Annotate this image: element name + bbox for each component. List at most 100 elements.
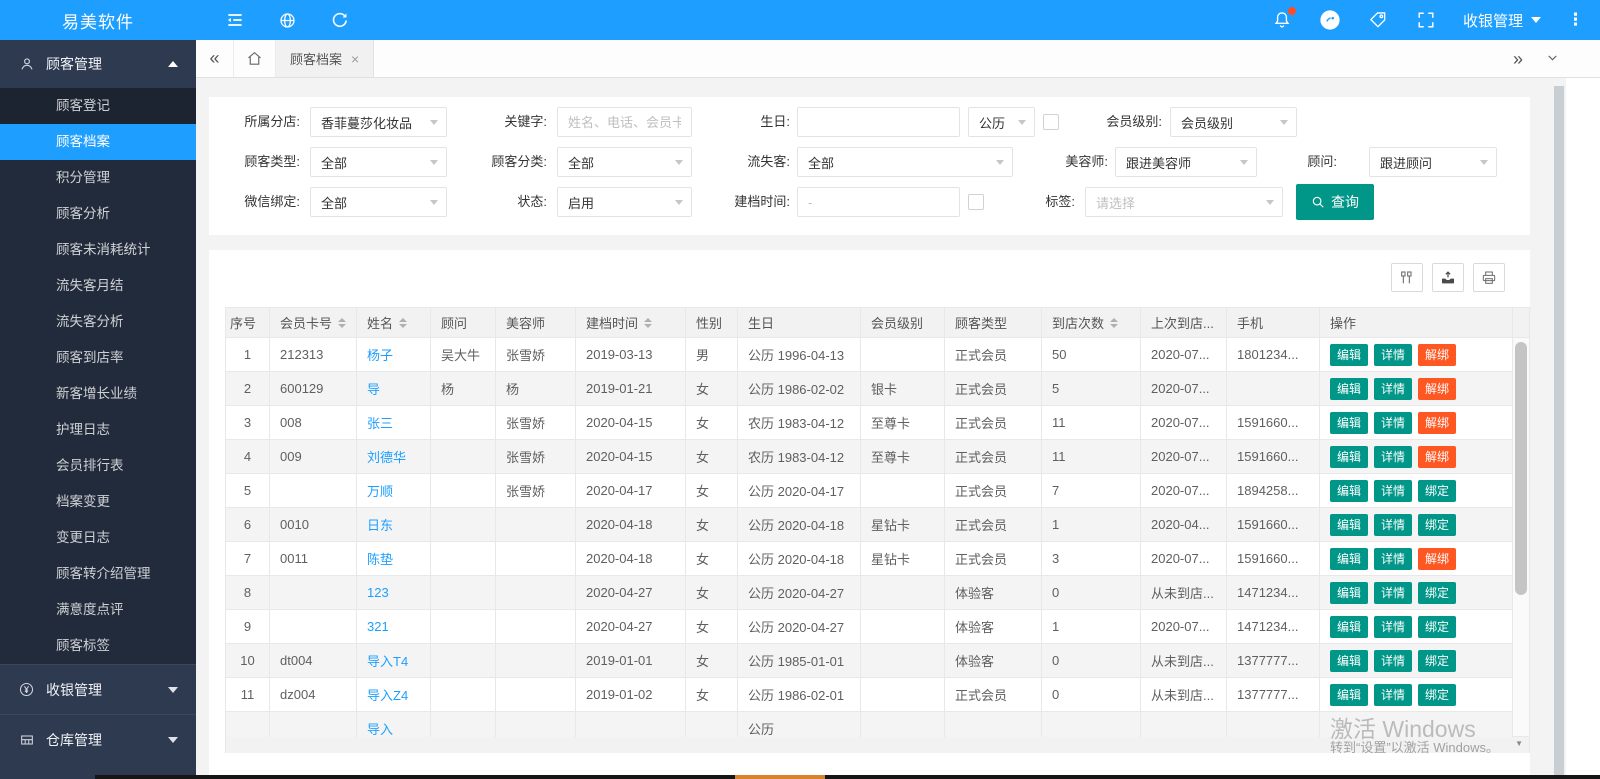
action-button[interactable]: 详情: [1374, 513, 1413, 536]
sidebar-item[interactable]: 档案变更: [0, 484, 196, 520]
sidebar-item[interactable]: 流失客月结: [0, 268, 196, 304]
wechat-select[interactable]: 全部: [310, 187, 447, 217]
action-button[interactable]: 详情: [1374, 377, 1413, 400]
sidebar-item[interactable]: 护理日志: [0, 412, 196, 448]
customer-name-link[interactable]: 万顺: [367, 484, 393, 499]
col-header-card[interactable]: 会员卡号: [269, 307, 357, 338]
action-button[interactable]: 绑定: [1418, 581, 1457, 604]
action-button[interactable]: 编辑: [1330, 445, 1369, 468]
search-button[interactable]: 查询: [1296, 184, 1374, 220]
action-button[interactable]: 编辑: [1330, 581, 1369, 604]
customer-name-link[interactable]: 导入: [367, 722, 393, 737]
action-button[interactable]: 绑定: [1418, 479, 1457, 502]
action-button[interactable]: 解绑: [1418, 343, 1457, 366]
created-checkbox[interactable]: [968, 194, 984, 210]
fullscreen-icon[interactable]: [1415, 9, 1437, 31]
col-header-name[interactable]: 姓名: [356, 307, 431, 338]
sidebar-item[interactable]: 顾客登记: [0, 88, 196, 124]
sidebar-group-cashier[interactable]: 收银管理: [0, 664, 196, 714]
sidebar-item[interactable]: 顾客到店率: [0, 340, 196, 376]
sort-icon[interactable]: [338, 317, 347, 328]
action-button[interactable]: 绑定: [1418, 615, 1457, 638]
customer-type-select[interactable]: 全部: [310, 147, 447, 177]
tag-icon[interactable]: [1367, 9, 1389, 31]
action-button[interactable]: 解绑: [1418, 445, 1457, 468]
action-button[interactable]: 详情: [1374, 343, 1413, 366]
action-button[interactable]: 编辑: [1330, 615, 1369, 638]
sidebar-item[interactable]: 积分管理: [0, 160, 196, 196]
sidebar-item[interactable]: 顾客标签: [0, 628, 196, 664]
action-button[interactable]: 详情: [1374, 547, 1413, 570]
action-button[interactable]: 编辑: [1330, 411, 1369, 434]
status-select[interactable]: 启用: [557, 187, 692, 217]
action-button[interactable]: 绑定: [1418, 683, 1457, 706]
action-button[interactable]: 编辑: [1330, 547, 1369, 570]
advisor-select[interactable]: 跟进顾问: [1369, 147, 1497, 177]
level-select[interactable]: 会员级别: [1170, 107, 1297, 137]
sidebar-item[interactable]: 满意度点评: [0, 592, 196, 628]
customer-name-link[interactable]: 导: [367, 382, 380, 397]
sidebar-item[interactable]: 流失客分析: [0, 304, 196, 340]
action-button[interactable]: 解绑: [1418, 377, 1457, 400]
page-scrollbar-thumb[interactable]: [1554, 86, 1564, 775]
sidebar-item[interactable]: 会员排行表: [0, 448, 196, 484]
customer-name-link[interactable]: 导入Z4: [367, 688, 408, 703]
bell-icon[interactable]: [1271, 7, 1296, 31]
action-button[interactable]: 编辑: [1330, 377, 1369, 400]
col-header-created[interactable]: 建档时间: [575, 307, 686, 338]
customer-name-link[interactable]: 张三: [367, 416, 393, 431]
table-scrollbar-thumb[interactable]: [1515, 342, 1527, 595]
sort-icon[interactable]: [1110, 317, 1119, 328]
close-icon[interactable]: ×: [351, 51, 359, 67]
created-input[interactable]: [798, 188, 959, 216]
action-button[interactable]: 绑定: [1418, 649, 1457, 672]
collapse-menu-icon[interactable]: [224, 9, 246, 31]
sidebar-group-customers[interactable]: 顾客管理: [0, 40, 196, 88]
customer-name-link[interactable]: 日东: [367, 518, 393, 533]
action-button[interactable]: 编辑: [1330, 479, 1369, 502]
action-button[interactable]: 详情: [1374, 649, 1413, 672]
sidebar-group-warehouse[interactable]: 仓库管理: [0, 714, 196, 764]
tab-customer-archive[interactable]: 顾客档案 ×: [276, 40, 375, 77]
customer-name-link[interactable]: 123: [367, 585, 389, 600]
action-button[interactable]: 绑定: [1418, 513, 1457, 536]
sidebar-item[interactable]: 顾客分析: [0, 196, 196, 232]
action-button[interactable]: 详情: [1374, 581, 1413, 604]
sidebar-item[interactable]: 顾客未消耗统计: [0, 232, 196, 268]
action-button[interactable]: 解绑: [1418, 411, 1457, 434]
refresh-icon[interactable]: [328, 9, 350, 31]
sidebar-item[interactable]: 顾客转介绍管理: [0, 556, 196, 592]
keyword-input[interactable]: [558, 108, 691, 136]
sidebar-item[interactable]: 新客增长业绩: [0, 376, 196, 412]
sidebar-item[interactable]: 顾客档案: [0, 124, 196, 160]
sort-icon[interactable]: [644, 317, 653, 328]
customer-name-link[interactable]: 导入T4: [367, 654, 408, 669]
action-button[interactable]: 解绑: [1418, 547, 1457, 570]
action-button[interactable]: 编辑: [1330, 513, 1369, 536]
action-button[interactable]: 编辑: [1330, 683, 1369, 706]
globe-icon[interactable]: [276, 9, 298, 31]
beautician-select[interactable]: 跟进美容师: [1115, 147, 1257, 177]
customer-category-select[interactable]: 全部: [557, 147, 692, 177]
print-icon[interactable]: [1473, 263, 1505, 292]
badge-circle-icon[interactable]: [1319, 9, 1341, 31]
export-icon[interactable]: [1432, 263, 1464, 292]
birthday-checkbox[interactable]: [1043, 114, 1059, 130]
customer-name-link[interactable]: 杨子: [367, 348, 393, 363]
col-header-visits[interactable]: 到店次数: [1041, 307, 1141, 338]
sort-icon[interactable]: [399, 317, 408, 328]
calendar-select[interactable]: 公历: [968, 107, 1035, 137]
action-button[interactable]: 编辑: [1330, 649, 1369, 672]
sidebar-item[interactable]: 变更日志: [0, 520, 196, 556]
action-button[interactable]: 详情: [1374, 479, 1413, 502]
customer-name-link[interactable]: 陈垫: [367, 552, 393, 567]
column-settings-icon[interactable]: [1391, 263, 1423, 292]
action-button[interactable]: 详情: [1374, 411, 1413, 434]
tags-select[interactable]: 请选择: [1085, 187, 1283, 217]
customer-name-link[interactable]: 321: [367, 619, 389, 634]
user-menu[interactable]: 收银管理: [1463, 10, 1541, 31]
churn-select[interactable]: 全部: [797, 147, 1013, 177]
home-tab-button[interactable]: [234, 40, 276, 77]
tabs-scroll-left-button[interactable]: «: [196, 40, 234, 77]
birthday-input[interactable]: [798, 108, 959, 136]
